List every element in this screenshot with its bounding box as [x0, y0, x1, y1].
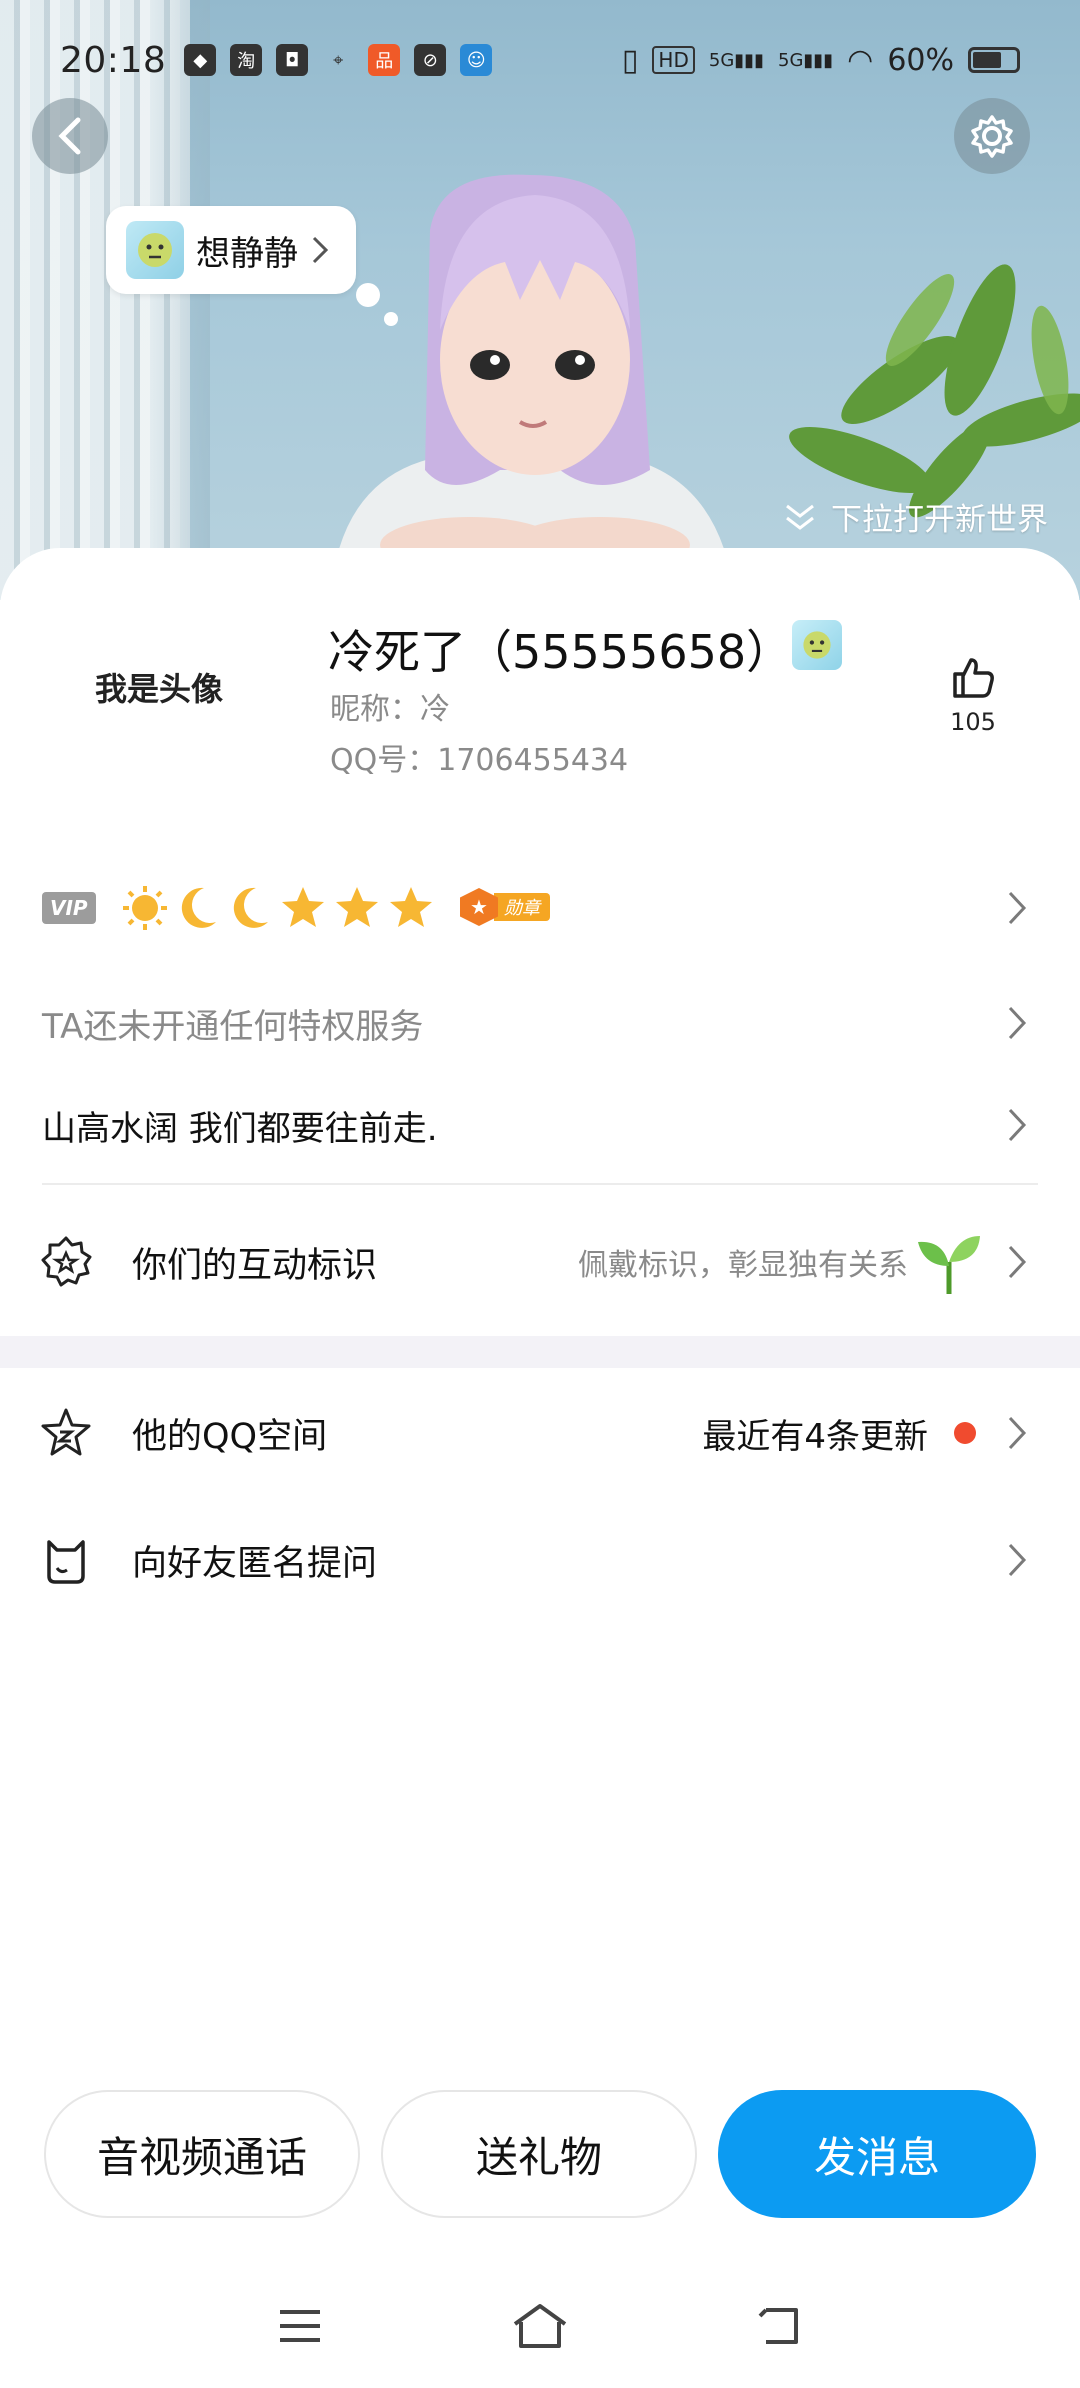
system-nav-bar — [0, 2270, 1080, 2388]
back-button[interactable] — [32, 98, 108, 174]
moon-icon — [233, 887, 268, 928]
interaction-mark-row[interactable]: 你们的互动标识 佩戴标识，彰显独有关系 — [0, 1230, 1080, 1294]
chevron-right-icon — [1008, 1543, 1027, 1577]
chevron-right-icon — [1008, 1245, 1027, 1279]
app-notification-icon: 品 — [368, 44, 401, 76]
back-nav-button[interactable] — [750, 2296, 810, 2356]
profile-name: 冷死了（55555658） — [328, 625, 793, 679]
star-icon — [336, 887, 378, 927]
privilege-text: TA还未开通任何特权服务 — [42, 1006, 424, 1047]
nickname: 昵称：冷 — [330, 692, 450, 727]
avatar[interactable]: 我是头像 — [95, 664, 223, 710]
star-icon — [282, 887, 324, 927]
anonymous-question-label: 向好友匿名提问 — [132, 1543, 378, 1584]
interaction-label: 你们的互动标识 — [132, 1245, 378, 1286]
cat-icon — [38, 1532, 94, 1588]
system-status: ▯ HD 5G▮▮▮ 5G▮▮▮ ◠ 60% — [622, 43, 1020, 78]
badge-star-icon — [38, 1234, 94, 1290]
signal-5g-icon-2: 5G▮▮▮ — [778, 49, 834, 71]
vip-tag: VIP — [42, 892, 96, 924]
qzone-label: 他的QQ空间 — [132, 1416, 328, 1457]
profile-cover[interactable]: 20:18 ◆ 淘 ◘ ⌖ 品 ⊘ ☺ ▯ HD 5G▮▮▮ 5G▮▮▮ ◠ 6… — [0, 0, 1080, 600]
chevron-right-icon — [1008, 1108, 1027, 1142]
section-separator — [0, 1336, 1080, 1368]
signature-text: 山高水阔 我们都要往前走. — [42, 1108, 438, 1149]
privilege-row[interactable]: TA还未开通任何特权服务 — [0, 996, 1080, 1050]
chevron-left-icon — [58, 117, 81, 155]
double-chevron-down-icon — [786, 504, 814, 530]
vibrate-icon: ▯ — [621, 42, 639, 78]
qq-notification-icon: ◆ — [184, 44, 217, 76]
sun-icon — [123, 886, 167, 930]
browser-notification-icon: ⊘ — [414, 44, 447, 76]
thumbs-up-icon — [953, 658, 994, 698]
divider — [42, 1183, 1038, 1185]
like-count: 105 — [950, 708, 996, 736]
battery-icon — [968, 47, 1020, 73]
wifi-icon: ◠ — [847, 42, 874, 78]
qzone-row[interactable]: 他的QQ空间 最近有4条更新 — [0, 1403, 1080, 1463]
send-gift-button[interactable]: 送礼物 — [381, 2090, 697, 2218]
pull-down-hint[interactable]: 下拉打开新世界 — [783, 494, 1048, 539]
qzone-update-hint: 最近有4条更新 — [702, 1416, 928, 1457]
mood-label: 想静静 — [196, 233, 298, 274]
chevron-right-icon — [1008, 891, 1027, 925]
mood-status-bubble[interactable]: 想静静 — [106, 206, 356, 294]
home-button[interactable] — [510, 2296, 570, 2356]
gear-icon — [971, 115, 1013, 158]
like-button[interactable]: 105 — [942, 654, 1004, 736]
star-icon — [390, 887, 432, 927]
menu-icon — [280, 2310, 320, 2342]
location-notification-icon: ⌖ — [333, 49, 344, 71]
video-call-button[interactable]: 音视频通话 — [44, 2090, 360, 2218]
qq-number: QQ号：1706455434 — [330, 743, 629, 778]
anonymous-question-row[interactable]: 向好友匿名提问 — [0, 1530, 1080, 1590]
return-icon — [758, 2308, 798, 2344]
mood-badge-icon[interactable] — [792, 620, 842, 670]
hd-icon: HD — [652, 46, 695, 74]
mood-face-icon — [126, 221, 184, 279]
taobao-notification-icon: 淘 — [230, 44, 263, 76]
medal-star-icon: ★ — [460, 888, 498, 926]
menu-button[interactable] — [270, 2296, 330, 2356]
chevron-right-icon — [312, 236, 329, 264]
settings-button[interactable] — [954, 98, 1030, 174]
bag-notification-icon: ◘ — [276, 44, 309, 76]
chevron-right-icon — [1008, 1006, 1027, 1040]
level-badges — [120, 882, 436, 934]
medal-label: 勋章 — [494, 893, 550, 921]
qzone-star-icon — [38, 1405, 94, 1461]
signature-row[interactable]: 山高水阔 我们都要往前走. — [0, 1098, 1080, 1152]
pull-hint-text: 下拉打开新世界 — [831, 502, 1048, 538]
unread-dot — [954, 1422, 976, 1444]
signal-5g-icon: 5G▮▮▮ — [708, 49, 764, 71]
battery-text: 60% — [887, 42, 954, 78]
status-time: 20:18 — [60, 39, 167, 81]
interaction-hint: 佩戴标识，彰显独有关系 — [578, 1248, 908, 1283]
robot-notification-icon: ☺ — [460, 44, 493, 76]
notification-icons: ◆ 淘 ◘ ⌖ 品 ⊘ ☺ — [184, 44, 493, 76]
status-bar: 20:18 ◆ 淘 ◘ ⌖ 品 ⊘ ☺ ▯ HD 5G▮▮▮ 5G▮▮▮ ◠ 6… — [0, 0, 1080, 120]
chevron-right-icon — [1008, 1416, 1027, 1450]
send-message-button[interactable]: 发消息 — [718, 2090, 1036, 2218]
level-row[interactable]: VIP ★ 勋章 — [0, 878, 1080, 938]
medal-badge[interactable]: ★ 勋章 — [460, 888, 550, 926]
home-icon — [513, 2304, 567, 2348]
sprout-icon — [918, 1236, 980, 1294]
moon-icon — [181, 887, 216, 928]
